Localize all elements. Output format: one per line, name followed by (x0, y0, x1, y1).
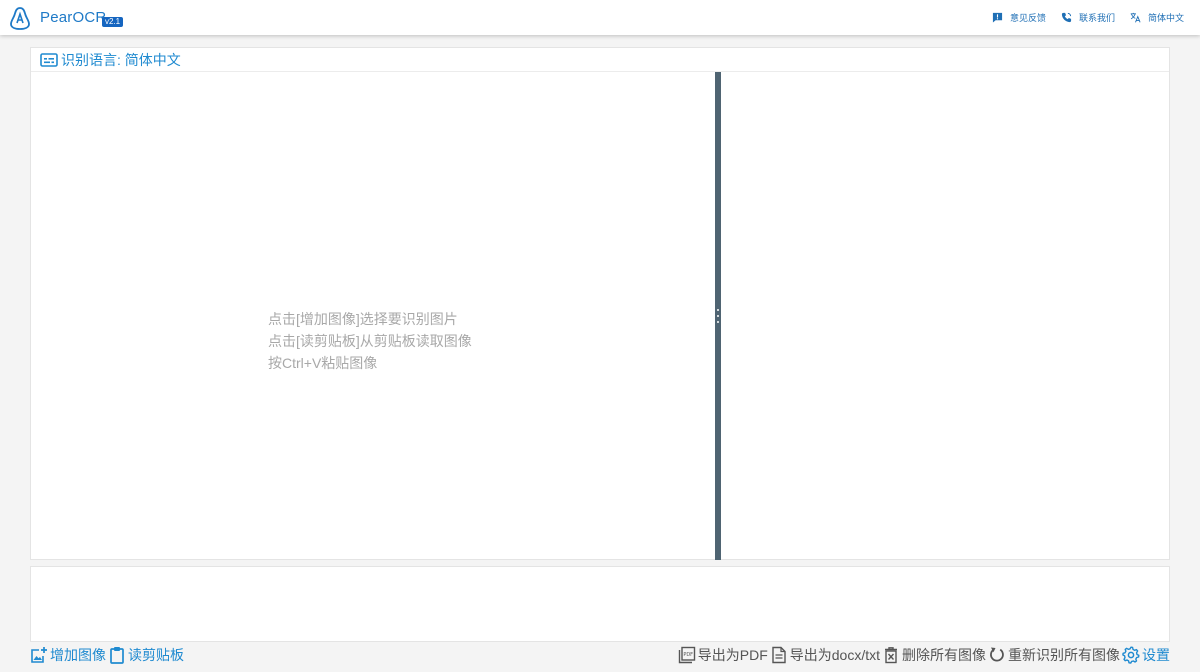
app-header: PearOCR v2.1 意见反馈 联系我们 简体中文 (0, 0, 1200, 35)
pear-logo-icon[interactable] (9, 6, 31, 30)
add-image-label: 增加图像 (50, 647, 106, 663)
image-list-panel[interactable] (30, 566, 1170, 642)
hint-read-clipboard: 点击[读剪贴板]从剪贴板读取图像 (268, 333, 472, 349)
settings-label: 设置 (1142, 647, 1170, 663)
toolbar-left: 增加图像 读剪贴板 (30, 645, 186, 665)
read-clipboard-button[interactable]: 读剪贴板 (108, 645, 184, 665)
feedback-link[interactable]: 意见反馈 (992, 11, 1046, 24)
ocr-workspace: 识别语言: 简体中文 点击[增加图像]选择要识别图片 点击[读剪贴板]从剪贴板读… (30, 47, 1170, 560)
hint-add-image: 点击[增加图像]选择要识别图片 (268, 311, 458, 327)
language-label: 简体中文 (1147, 13, 1184, 23)
language-switch[interactable]: 简体中文 (1130, 11, 1184, 24)
version-badge: v2.1 (102, 17, 124, 27)
keyboard-subtitle-icon (40, 52, 58, 67)
header-nav: 意见反馈 联系我们 简体中文 (992, 0, 1184, 35)
recognition-language-selector[interactable]: 识别语言: 简体中文 (31, 48, 1169, 72)
empty-hints: 点击[增加图像]选择要识别图片 点击[读剪贴板]从剪贴板读取图像 按Ctrl+V… (268, 308, 472, 374)
feedback-icon (992, 12, 1003, 23)
feedback-label: 意见反馈 (1009, 13, 1046, 23)
result-pane[interactable] (721, 72, 1170, 560)
export-docx-button[interactable]: 导出为docx/txt (770, 645, 880, 665)
refresh-icon (990, 647, 1004, 662)
contact-label: 联系我们 (1078, 13, 1115, 23)
toolbar-right: PDF 导出为PDF 导出为docx/txt 删除所有图像 重新识别所有图像 设… (676, 645, 1170, 665)
delete-icon (885, 647, 897, 664)
translate-icon (1130, 12, 1141, 23)
image-pane[interactable]: 点击[增加图像]选择要识别图片 点击[读剪贴板]从剪贴板读取图像 按Ctrl+V… (31, 72, 715, 560)
app-name: PearOCR (40, 9, 107, 26)
export-pdf-button[interactable]: PDF 导出为PDF (678, 645, 768, 665)
splitter-handle[interactable] (717, 309, 719, 323)
delete-all-label: 删除所有图像 (902, 647, 986, 663)
pdf-icon: PDF (678, 646, 695, 664)
document-icon (772, 646, 786, 664)
bottom-toolbar: 增加图像 读剪贴板 PDF 导出为PDF 导出为docx/txt 删除所有图像 … (30, 642, 1170, 668)
rerecognize-all-button[interactable]: 重新识别所有图像 (988, 645, 1120, 665)
delete-all-button[interactable]: 删除所有图像 (882, 645, 986, 665)
export-docx-label: 导出为docx/txt (789, 647, 880, 663)
svg-text:PDF: PDF (683, 652, 693, 658)
hint-paste: 按Ctrl+V粘贴图像 (268, 355, 378, 371)
phone-icon (1061, 12, 1072, 23)
rerecognize-all-label: 重新识别所有图像 (1008, 647, 1120, 663)
export-pdf-label: 导出为PDF (697, 647, 768, 663)
add-image-icon (31, 647, 47, 663)
recognition-language-label: 识别语言: 简体中文 (61, 51, 181, 68)
clipboard-icon (110, 647, 124, 664)
settings-button[interactable]: 设置 (1122, 645, 1170, 665)
add-image-button[interactable]: 增加图像 (30, 645, 106, 665)
contact-link[interactable]: 联系我们 (1061, 11, 1115, 24)
read-clipboard-label: 读剪贴板 (128, 647, 184, 663)
gear-icon (1122, 646, 1140, 664)
